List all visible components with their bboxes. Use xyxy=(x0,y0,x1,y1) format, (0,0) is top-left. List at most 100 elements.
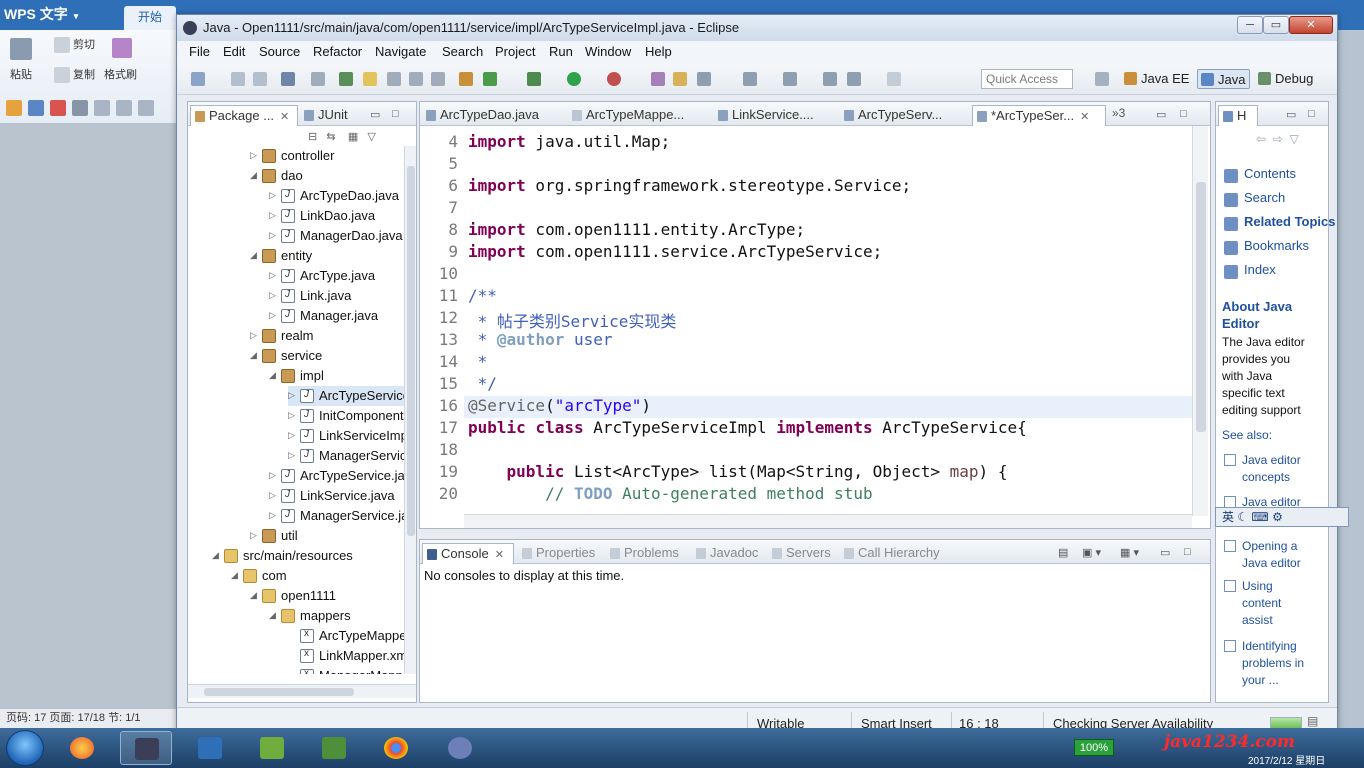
highlight-icon[interactable] xyxy=(363,72,377,86)
tree-item[interactable]: ▷ ArcTypeServiceImpl.java xyxy=(288,386,404,406)
tab-package-explorer[interactable]: Package ... ✕ xyxy=(190,105,298,126)
help-link-contents[interactable]: Contents xyxy=(1222,166,1296,186)
menu-window[interactable]: Window xyxy=(585,44,631,59)
start-button[interactable] xyxy=(6,730,44,766)
editor-vertical-scrollbar[interactable] xyxy=(1192,126,1208,516)
tree-item[interactable]: ◢ open1111 xyxy=(250,586,404,606)
tree-item[interactable]: ◢ dao xyxy=(250,166,404,186)
tab-problems[interactable]: Problems xyxy=(606,543,690,564)
expanded-arrow-icon[interactable]: ◢ xyxy=(250,250,260,261)
wps-logo[interactable]: WPS 文字 ▾ xyxy=(4,4,78,24)
close-button[interactable]: ✕ xyxy=(1289,16,1333,34)
open-type-icon[interactable] xyxy=(281,72,295,86)
display-console-icon[interactable]: ▣ ▾ xyxy=(1082,546,1101,559)
tree-item[interactable]: ▷ ArcTypeDao.java xyxy=(269,186,404,206)
code-area[interactable]: import java.util.Map; import org.springfr… xyxy=(464,126,1192,514)
forward-arrow-icon[interactable]: ⇨ xyxy=(1273,132,1283,146)
expanded-arrow-icon[interactable]: ◢ xyxy=(250,350,260,361)
next-edit-icon[interactable] xyxy=(743,72,757,86)
help-link-search[interactable]: Search xyxy=(1222,190,1285,210)
tree-item[interactable]: ◢ service xyxy=(250,346,404,366)
filter-icon[interactable]: ▦ xyxy=(348,131,358,143)
collapsed-arrow-icon[interactable]: ▷ xyxy=(250,150,260,161)
perspective-java-ee[interactable]: Java EE xyxy=(1121,69,1193,89)
open-console-icon[interactable]: ▦ ▾ xyxy=(1120,546,1139,559)
save-all-icon[interactable] xyxy=(253,72,267,86)
minimize-view-button[interactable]: ▭ xyxy=(1160,546,1170,559)
new-icon[interactable] xyxy=(191,72,205,86)
back-icon[interactable] xyxy=(823,72,837,86)
search-icon[interactable] xyxy=(697,72,711,86)
expanded-arrow-icon[interactable]: ◢ xyxy=(250,170,260,181)
tree-item[interactable]: ◢ mappers xyxy=(269,606,404,626)
code-line[interactable]: // TODO Auto-generated method stub xyxy=(468,484,873,506)
help-link-bookmarks[interactable]: Bookmarks xyxy=(1222,238,1309,258)
code-line[interactable]: /** xyxy=(468,286,497,308)
tab-arctypeservice[interactable]: ArcTypeServ... xyxy=(840,105,966,126)
tree-item[interactable]: ▷ LinkService.java xyxy=(269,486,404,506)
taskbar-app-editor-2[interactable] xyxy=(308,731,360,765)
collapsed-arrow-icon[interactable]: ▷ xyxy=(269,310,279,321)
scroll-thumb[interactable] xyxy=(407,166,415,536)
ime-toolbar[interactable]: 英 ☾ ⌨ ⚙ xyxy=(1215,507,1349,527)
wps-cut-button[interactable]: 剪切 xyxy=(54,36,95,54)
code-line[interactable]: * xyxy=(468,352,488,374)
run-icon[interactable] xyxy=(567,72,581,86)
code-line[interactable]: * @author user xyxy=(468,330,613,352)
refresh-icon[interactable] xyxy=(483,72,497,86)
expanded-arrow-icon[interactable]: ◢ xyxy=(269,370,279,381)
expanded-arrow-icon[interactable]: ◢ xyxy=(269,610,279,621)
wps-tab-start[interactable]: 开始 xyxy=(124,6,176,30)
maximize-view-button[interactable]: □ xyxy=(392,108,399,120)
save-icon[interactable] xyxy=(231,72,245,86)
collapsed-arrow-icon[interactable]: ▷ xyxy=(269,290,279,301)
minimize-view-button[interactable]: ▭ xyxy=(1286,108,1296,121)
tree-item[interactable]: ▷ ManagerService.java xyxy=(269,506,404,526)
tree-item[interactable]: ◢ entity xyxy=(250,246,404,266)
tree-item[interactable]: ◢ com xyxy=(231,566,404,586)
minimize-button[interactable]: ─ xyxy=(1237,16,1263,34)
editor-horizontal-scrollbar[interactable] xyxy=(464,514,1192,528)
pdf-icon[interactable] xyxy=(50,100,67,116)
tab-properties[interactable]: Properties xyxy=(518,543,604,564)
tree-item[interactable]: LinkMapper.xml xyxy=(288,646,404,666)
collapsed-arrow-icon[interactable]: ▷ xyxy=(250,330,260,341)
help-link-content-assist[interactable]: Using content assist xyxy=(1222,578,1314,629)
tab-junit[interactable]: JUnit xyxy=(300,105,366,126)
help-link-opening-editor[interactable]: Opening a Java editor xyxy=(1222,538,1314,572)
taskbar-app-editor-1[interactable] xyxy=(246,731,298,765)
tree-item[interactable]: ▷ ArcTypeService.java xyxy=(269,466,404,486)
block-select-icon[interactable] xyxy=(409,72,423,86)
tab-console[interactable]: Console ✕ xyxy=(422,543,514,564)
show-whitespace-icon[interactable] xyxy=(387,72,401,86)
tree-item[interactable]: ◢ impl xyxy=(269,366,404,386)
print-icon[interactable] xyxy=(72,100,89,116)
tree-item[interactable]: ManagerMapper.xml xyxy=(288,666,404,674)
open-folder-icon[interactable] xyxy=(673,72,687,86)
tree-item[interactable]: ▷ controller xyxy=(250,146,404,166)
taskbar-app-tool[interactable] xyxy=(434,731,486,765)
open-perspective-icon[interactable] xyxy=(1095,72,1109,86)
toggle-mark-icon[interactable] xyxy=(311,72,325,86)
menu-edit[interactable]: Edit xyxy=(223,44,245,59)
collapsed-arrow-icon[interactable]: ▷ xyxy=(269,270,279,281)
code-line[interactable]: import com.open1111.entity.ArcType; xyxy=(468,220,805,242)
preview-icon[interactable] xyxy=(94,100,111,116)
tree-horizontal-scrollbar[interactable] xyxy=(188,684,416,698)
forward-icon[interactable] xyxy=(887,72,901,86)
current-code-line[interactable]: @Service("arcType") xyxy=(464,396,1192,418)
help-link-editor-concepts[interactable]: Java editor concepts xyxy=(1222,452,1314,486)
battery-indicator[interactable]: 100% xyxy=(1074,739,1114,756)
help-link-related-topics[interactable]: Related Topics xyxy=(1222,214,1336,234)
next-annotation-icon[interactable] xyxy=(339,72,353,86)
prev-edit-icon[interactable] xyxy=(783,72,797,86)
perspective-java[interactable]: Java xyxy=(1197,69,1251,89)
menu-help[interactable]: Help xyxy=(645,44,672,59)
pin-console-icon[interactable]: ▤ xyxy=(1058,546,1068,559)
tab-help[interactable]: H xyxy=(1218,105,1258,126)
collapsed-arrow-icon[interactable]: ▷ xyxy=(288,410,298,421)
menu-search[interactable]: Search xyxy=(442,44,483,59)
build-icon[interactable] xyxy=(459,72,473,86)
scroll-thumb[interactable] xyxy=(1196,182,1206,432)
menu-navigate[interactable]: Navigate xyxy=(375,44,426,59)
